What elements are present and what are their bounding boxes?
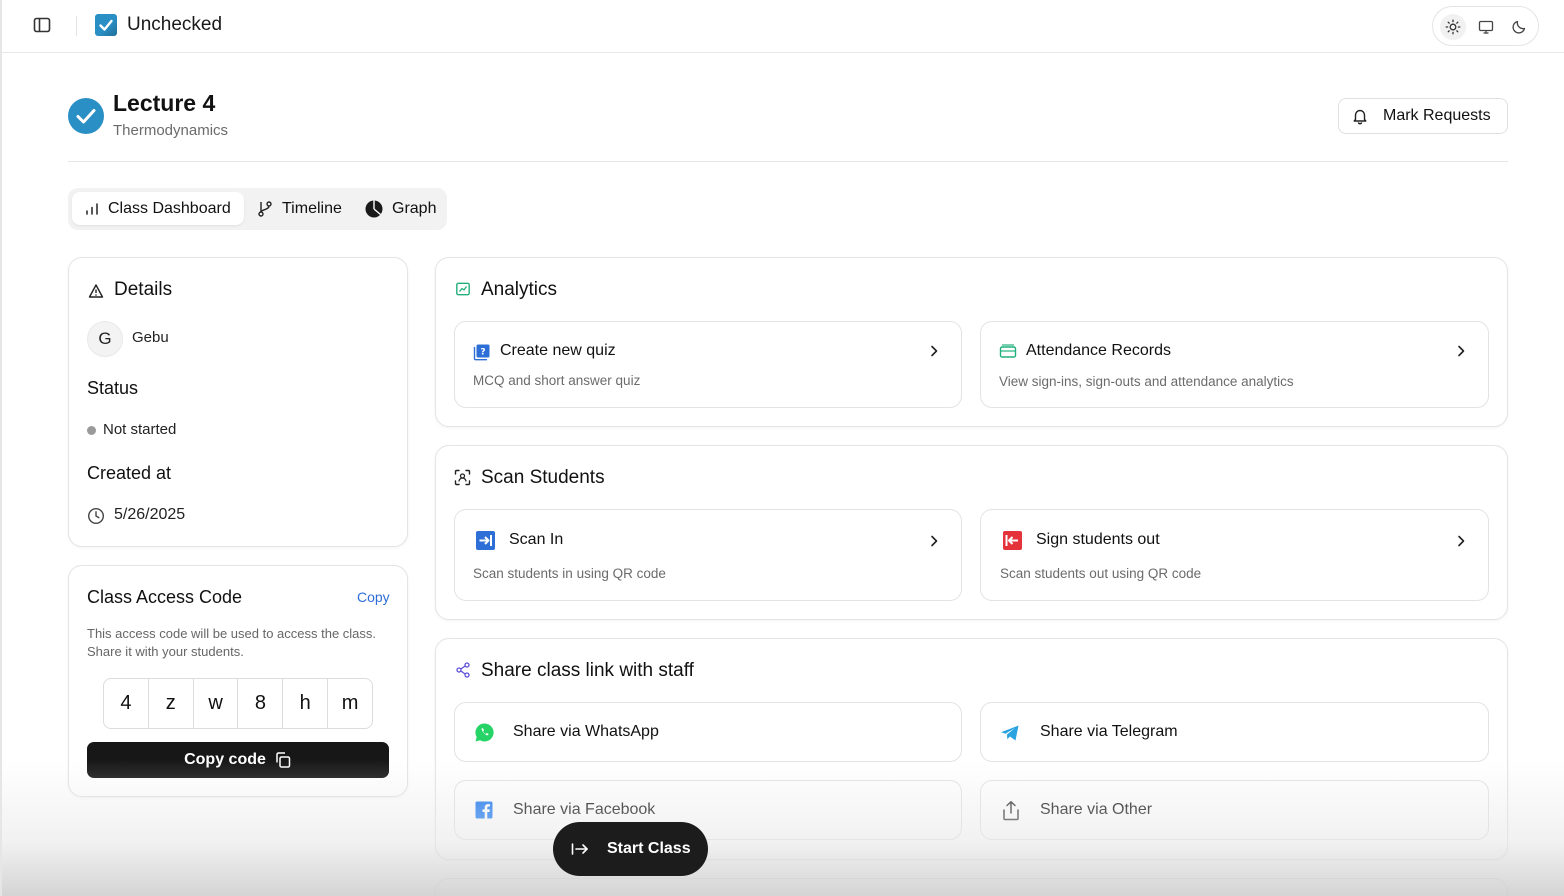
share-icon xyxy=(456,662,470,678)
share-other-button[interactable]: Share via Other xyxy=(980,780,1489,840)
dark-theme-button[interactable] xyxy=(1506,14,1532,40)
share-title: Share class link with staff xyxy=(481,660,694,681)
app-window: Unchecked Lecture 4 Thermodynamics Mark … xyxy=(0,0,1564,896)
copy-code-button[interactable]: Copy code xyxy=(87,742,389,778)
scan-in-tile[interactable]: Scan In Scan students in using QR code xyxy=(454,509,962,601)
tab-label: Graph xyxy=(392,199,437,217)
view-tabs: Class Dashboard Timeline Graph xyxy=(68,188,447,230)
copy-link[interactable]: Copy xyxy=(357,589,390,605)
tile-title: Create new quiz xyxy=(500,342,616,359)
tile-description: Scan students in using QR code xyxy=(473,566,666,581)
next-card xyxy=(435,878,1508,896)
app-logo xyxy=(95,14,117,36)
mark-requests-button[interactable]: Mark Requests xyxy=(1338,98,1508,134)
code-character: m xyxy=(341,692,359,714)
share-upload-icon xyxy=(1003,801,1019,821)
page-title: Lecture 4 xyxy=(113,90,216,116)
tab-graph[interactable]: Graph xyxy=(352,192,442,225)
clock-icon xyxy=(87,507,105,525)
divider xyxy=(76,16,77,36)
scan-students-title: Scan Students xyxy=(481,467,605,488)
check-icon xyxy=(99,19,113,31)
code-character: w xyxy=(194,679,239,728)
attendance-records-tile[interactable]: Attendance Records View sign-ins, sign-o… xyxy=(980,321,1489,408)
created-date: 5/26/2025 xyxy=(114,506,186,523)
start-class-label: Start Class xyxy=(607,840,691,857)
share-telegram-button[interactable]: Share via Telegram xyxy=(980,702,1489,762)
tile-title: Scan In xyxy=(509,531,564,548)
arrow-right-to-line-icon xyxy=(571,843,588,855)
start-class-button[interactable]: Start Class xyxy=(553,822,708,876)
code-character: 4 xyxy=(104,679,149,728)
chevron-right-icon xyxy=(931,345,938,357)
header-divider xyxy=(68,161,1508,162)
share-facebook-button[interactable]: Share via Facebook xyxy=(454,780,962,840)
light-theme-button[interactable] xyxy=(1440,14,1466,40)
bar-chart-icon xyxy=(86,202,98,215)
analytics-icon xyxy=(456,282,470,296)
share-option-label: Share via Other xyxy=(1040,801,1153,818)
share-whatsapp-button[interactable]: Share via WhatsApp xyxy=(454,702,962,762)
bell-icon xyxy=(1353,109,1367,125)
theme-switcher xyxy=(1432,6,1539,46)
share-option-label: Share via Telegram xyxy=(1040,723,1178,740)
share-option-label: Share via Facebook xyxy=(513,801,656,818)
access-code-description: This access code will be used to access … xyxy=(87,626,377,659)
details-title: Details xyxy=(114,279,173,300)
owner-name: Gebu xyxy=(132,329,169,346)
status-label: Status xyxy=(87,378,139,398)
access-code-display: 4 z w 8 h m xyxy=(103,678,373,729)
app-title: Unchecked xyxy=(127,14,223,35)
top-bar: Unchecked xyxy=(2,0,1564,53)
tab-label: Class Dashboard xyxy=(108,199,231,217)
sign-out-tile[interactable]: Sign students out Scan students out usin… xyxy=(980,509,1489,601)
tile-description: Scan students out using QR code xyxy=(1000,566,1202,581)
tile-title: Sign students out xyxy=(1036,531,1160,548)
records-icon xyxy=(999,344,1017,358)
access-code-title: Class Access Code xyxy=(87,587,243,607)
tile-description: View sign-ins, sign-outs and attendance … xyxy=(999,374,1294,389)
git-branch-icon xyxy=(258,200,272,217)
chevron-right-icon xyxy=(931,535,938,547)
code-character: 8 xyxy=(238,679,284,728)
code-character: z xyxy=(149,679,194,728)
chevron-right-icon xyxy=(1458,535,1465,547)
tile-title: Attendance Records xyxy=(1026,342,1171,359)
analytics-title: Analytics xyxy=(481,279,558,300)
scan-icon xyxy=(454,469,471,486)
copy-icon xyxy=(276,752,291,768)
status-dot xyxy=(87,426,96,435)
chevron-right-icon xyxy=(1458,345,1465,357)
scan-in-icon xyxy=(476,531,495,550)
avatar: G xyxy=(87,321,123,357)
tab-label: Timeline xyxy=(282,199,342,217)
sidebar-toggle-icon[interactable] xyxy=(32,15,52,35)
svg-text:?: ? xyxy=(480,348,485,358)
whatsapp-icon xyxy=(475,723,494,742)
sign-out-icon xyxy=(1003,531,1022,550)
facebook-icon xyxy=(475,801,493,819)
sun-icon xyxy=(1445,19,1461,35)
copy-code-label: Copy code xyxy=(184,751,266,768)
moon-icon xyxy=(1512,20,1526,34)
monitor-icon xyxy=(1478,20,1494,34)
create-quiz-tile[interactable]: ? Create new quiz MCQ and short answer q… xyxy=(454,321,962,408)
telegram-icon xyxy=(1001,725,1019,741)
system-theme-button[interactable] xyxy=(1473,14,1499,40)
status-value: Not started xyxy=(103,421,177,438)
code-character: h xyxy=(283,679,329,728)
mark-requests-label: Mark Requests xyxy=(1383,107,1491,124)
tab-timeline[interactable]: Timeline xyxy=(244,192,352,225)
check-circle-icon xyxy=(76,109,96,124)
tile-description: MCQ and short answer quiz xyxy=(473,373,641,388)
quiz-icon: ? xyxy=(473,344,490,361)
tab-class-dashboard[interactable]: Class Dashboard xyxy=(72,192,244,225)
page-subtitle: Thermodynamics xyxy=(113,122,229,139)
created-label: Created at xyxy=(87,463,172,483)
share-option-label: Share via WhatsApp xyxy=(513,723,659,740)
lecture-badge xyxy=(68,98,104,134)
pie-chart-icon xyxy=(365,200,383,217)
warning-triangle-icon xyxy=(88,284,104,298)
